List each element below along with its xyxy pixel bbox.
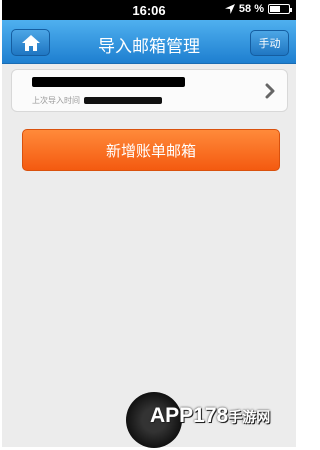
manual-button[interactable]: 手动 xyxy=(250,30,289,56)
app178-watermark-logo: APP178手游网 xyxy=(120,388,298,450)
chevron-right-icon xyxy=(265,83,275,99)
location-arrow-icon xyxy=(224,4,235,14)
battery-icon xyxy=(268,4,292,14)
redacted-last-import-time xyxy=(84,97,162,104)
phone-screen: 16:06 58 % 导入邮箱管理 手动 上次导入时间 新增账单邮箱 xyxy=(2,0,296,447)
last-import-info: 上次导入时间 xyxy=(32,95,162,106)
email-account-row[interactable]: 上次导入时间 xyxy=(11,69,288,112)
last-import-label: 上次导入时间 xyxy=(32,96,80,105)
navigation-bar: 导入邮箱管理 手动 xyxy=(2,20,296,64)
status-bar: 16:06 58 % xyxy=(2,0,296,20)
add-billing-email-button[interactable]: 新增账单邮箱 xyxy=(22,129,280,171)
watermark-text-en: APP178 xyxy=(150,404,229,427)
redacted-email-address xyxy=(32,77,185,87)
watermark-text-cn: 手游网 xyxy=(228,409,271,425)
battery-percent: 58 % xyxy=(238,3,264,15)
status-indicators: 58 % xyxy=(224,3,292,15)
battery-level xyxy=(270,6,281,12)
watermark-text: APP178手游网 xyxy=(150,404,270,428)
